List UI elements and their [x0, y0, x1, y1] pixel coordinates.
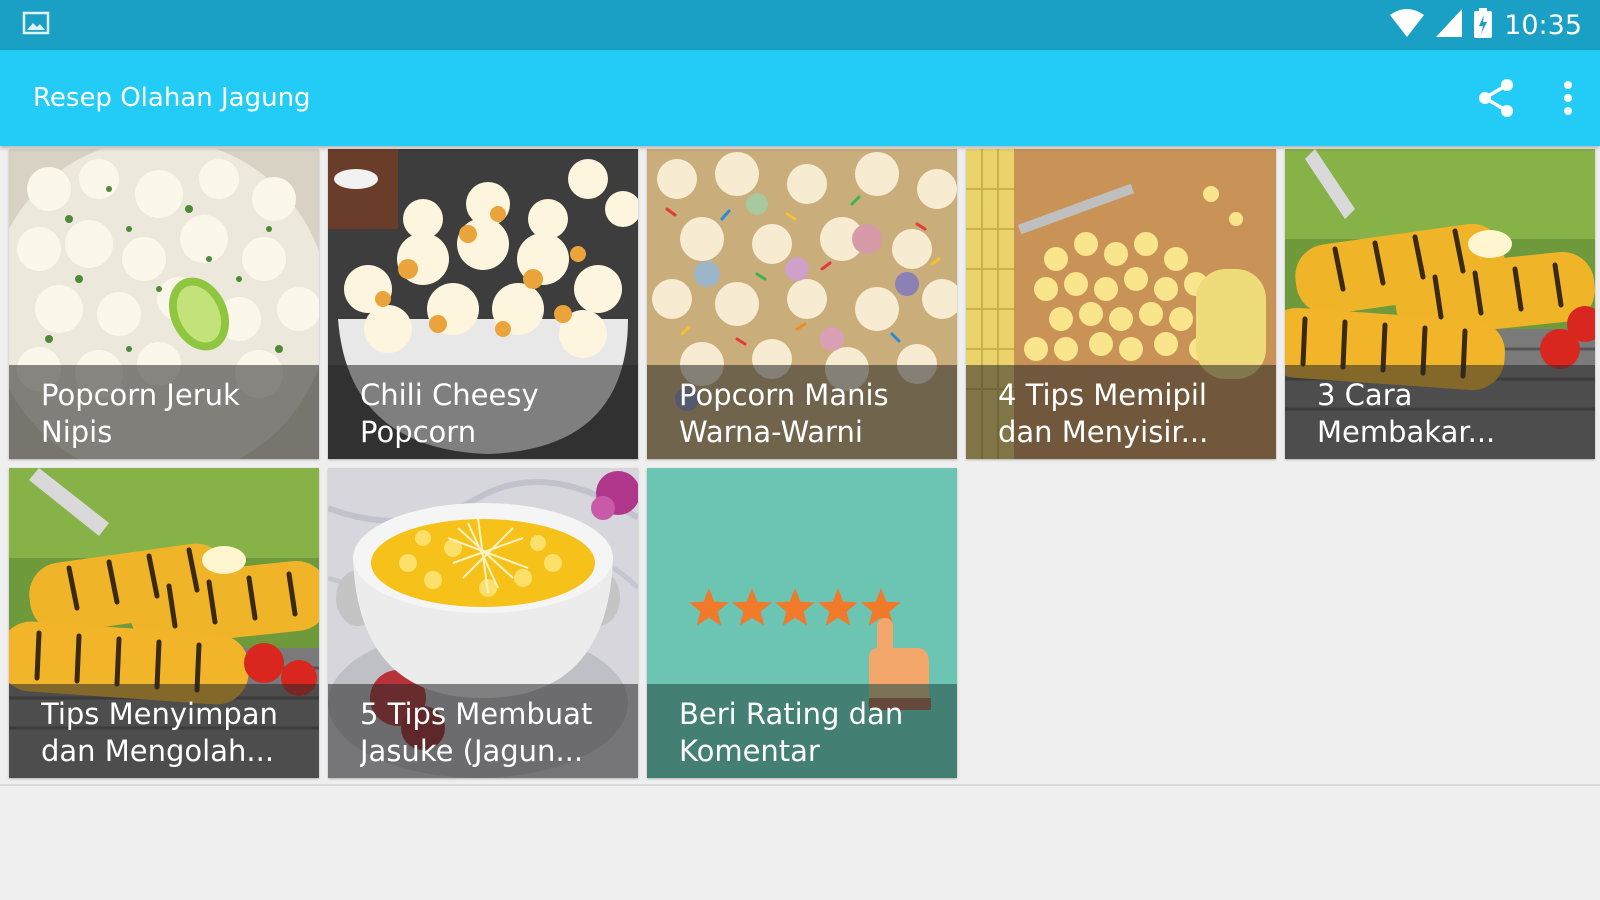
tile-caption: Popcorn Manis Warna-Warni — [647, 365, 957, 459]
tile-caption: Beri Rating dan Komentar — [647, 684, 957, 778]
tile-caption: 5 Tips Membuat Jasuke (Jagun... — [328, 684, 638, 778]
tile-caption: 3 Cara Membakar... — [1285, 365, 1595, 459]
tile-title-line2: Jasuke (Jagun... — [360, 734, 584, 768]
tile-title-line1: Chili Cheesy — [360, 378, 539, 412]
recipe-grid: Popcorn Jeruk Nipis Chili Cheesy Popcorn — [9, 149, 1595, 778]
wifi-icon — [1390, 8, 1425, 42]
battery-icon — [1474, 7, 1493, 43]
status-bar: 10:35 — [0, 0, 1600, 50]
status-indicators: 10:35 — [1390, 7, 1582, 43]
tile-title-line1: Beri Rating dan — [679, 697, 904, 731]
tile-title-line1: Tips Menyimpan — [41, 697, 278, 731]
tile-title-line2: dan Mengolah... — [41, 734, 275, 768]
recipe-tile-chili-cheesy-popcorn[interactable]: Chili Cheesy Popcorn — [328, 149, 638, 459]
tile-caption: 4 Tips Memipil dan Menyisir... — [966, 365, 1276, 459]
recipe-tile-popcorn-manis-warna-warni[interactable]: Popcorn Manis Warna-Warni — [647, 149, 957, 459]
share-button[interactable] — [1476, 77, 1516, 119]
share-icon — [1479, 79, 1513, 117]
more-options-button[interactable] — [1562, 80, 1574, 116]
recipe-tile-cara-membakar[interactable]: 3 Cara Membakar... — [1285, 149, 1595, 459]
tile-title-line1: Popcorn Jeruk — [41, 378, 240, 412]
app-title: Resep Olahan Jagung — [33, 83, 311, 113]
app-bar: Resep Olahan Jagung — [0, 50, 1600, 146]
app-bar-actions — [1476, 77, 1574, 119]
tile-caption: Popcorn Jeruk Nipis — [9, 365, 319, 459]
tile-title-line1: 3 Cara — [1317, 378, 1413, 412]
tile-title-line2: dan Menyisir... — [998, 415, 1209, 449]
tile-title-line2: Komentar — [679, 734, 820, 768]
tile-caption: Tips Menyimpan dan Mengolah... — [9, 684, 319, 778]
recipe-tile-popcorn-jeruk-nipis[interactable]: Popcorn Jeruk Nipis — [9, 149, 319, 459]
cell-signal-icon — [1436, 8, 1463, 42]
recipe-tile-tips-menyimpan[interactable]: Tips Menyimpan dan Mengolah... — [9, 468, 319, 778]
tile-title-line2: Popcorn — [360, 415, 477, 449]
status-time: 10:35 — [1504, 9, 1582, 41]
image-notification-icon — [22, 11, 50, 40]
tile-title-line1: 5 Tips Membuat — [360, 697, 593, 731]
recipe-tile-tips-memipil[interactable]: 4 Tips Memipil dan Menyisir... — [966, 149, 1276, 459]
rate-and-comment-tile[interactable]: Beri Rating dan Komentar — [647, 468, 957, 778]
tile-title-line1: Popcorn Manis — [679, 378, 889, 412]
content-divider — [0, 784, 1600, 786]
tile-title-line2: Nipis — [41, 415, 113, 449]
tile-title-line1: 4 Tips Memipil — [998, 378, 1207, 412]
more-vert-icon — [1564, 81, 1572, 115]
tile-title-line2: Warna-Warni — [679, 415, 863, 449]
tile-caption: Chili Cheesy Popcorn — [328, 365, 638, 459]
recipe-tile-tips-membuat-jasuke[interactable]: 5 Tips Membuat Jasuke (Jagun... — [328, 468, 638, 778]
tile-title-line2: Membakar... — [1317, 415, 1496, 449]
